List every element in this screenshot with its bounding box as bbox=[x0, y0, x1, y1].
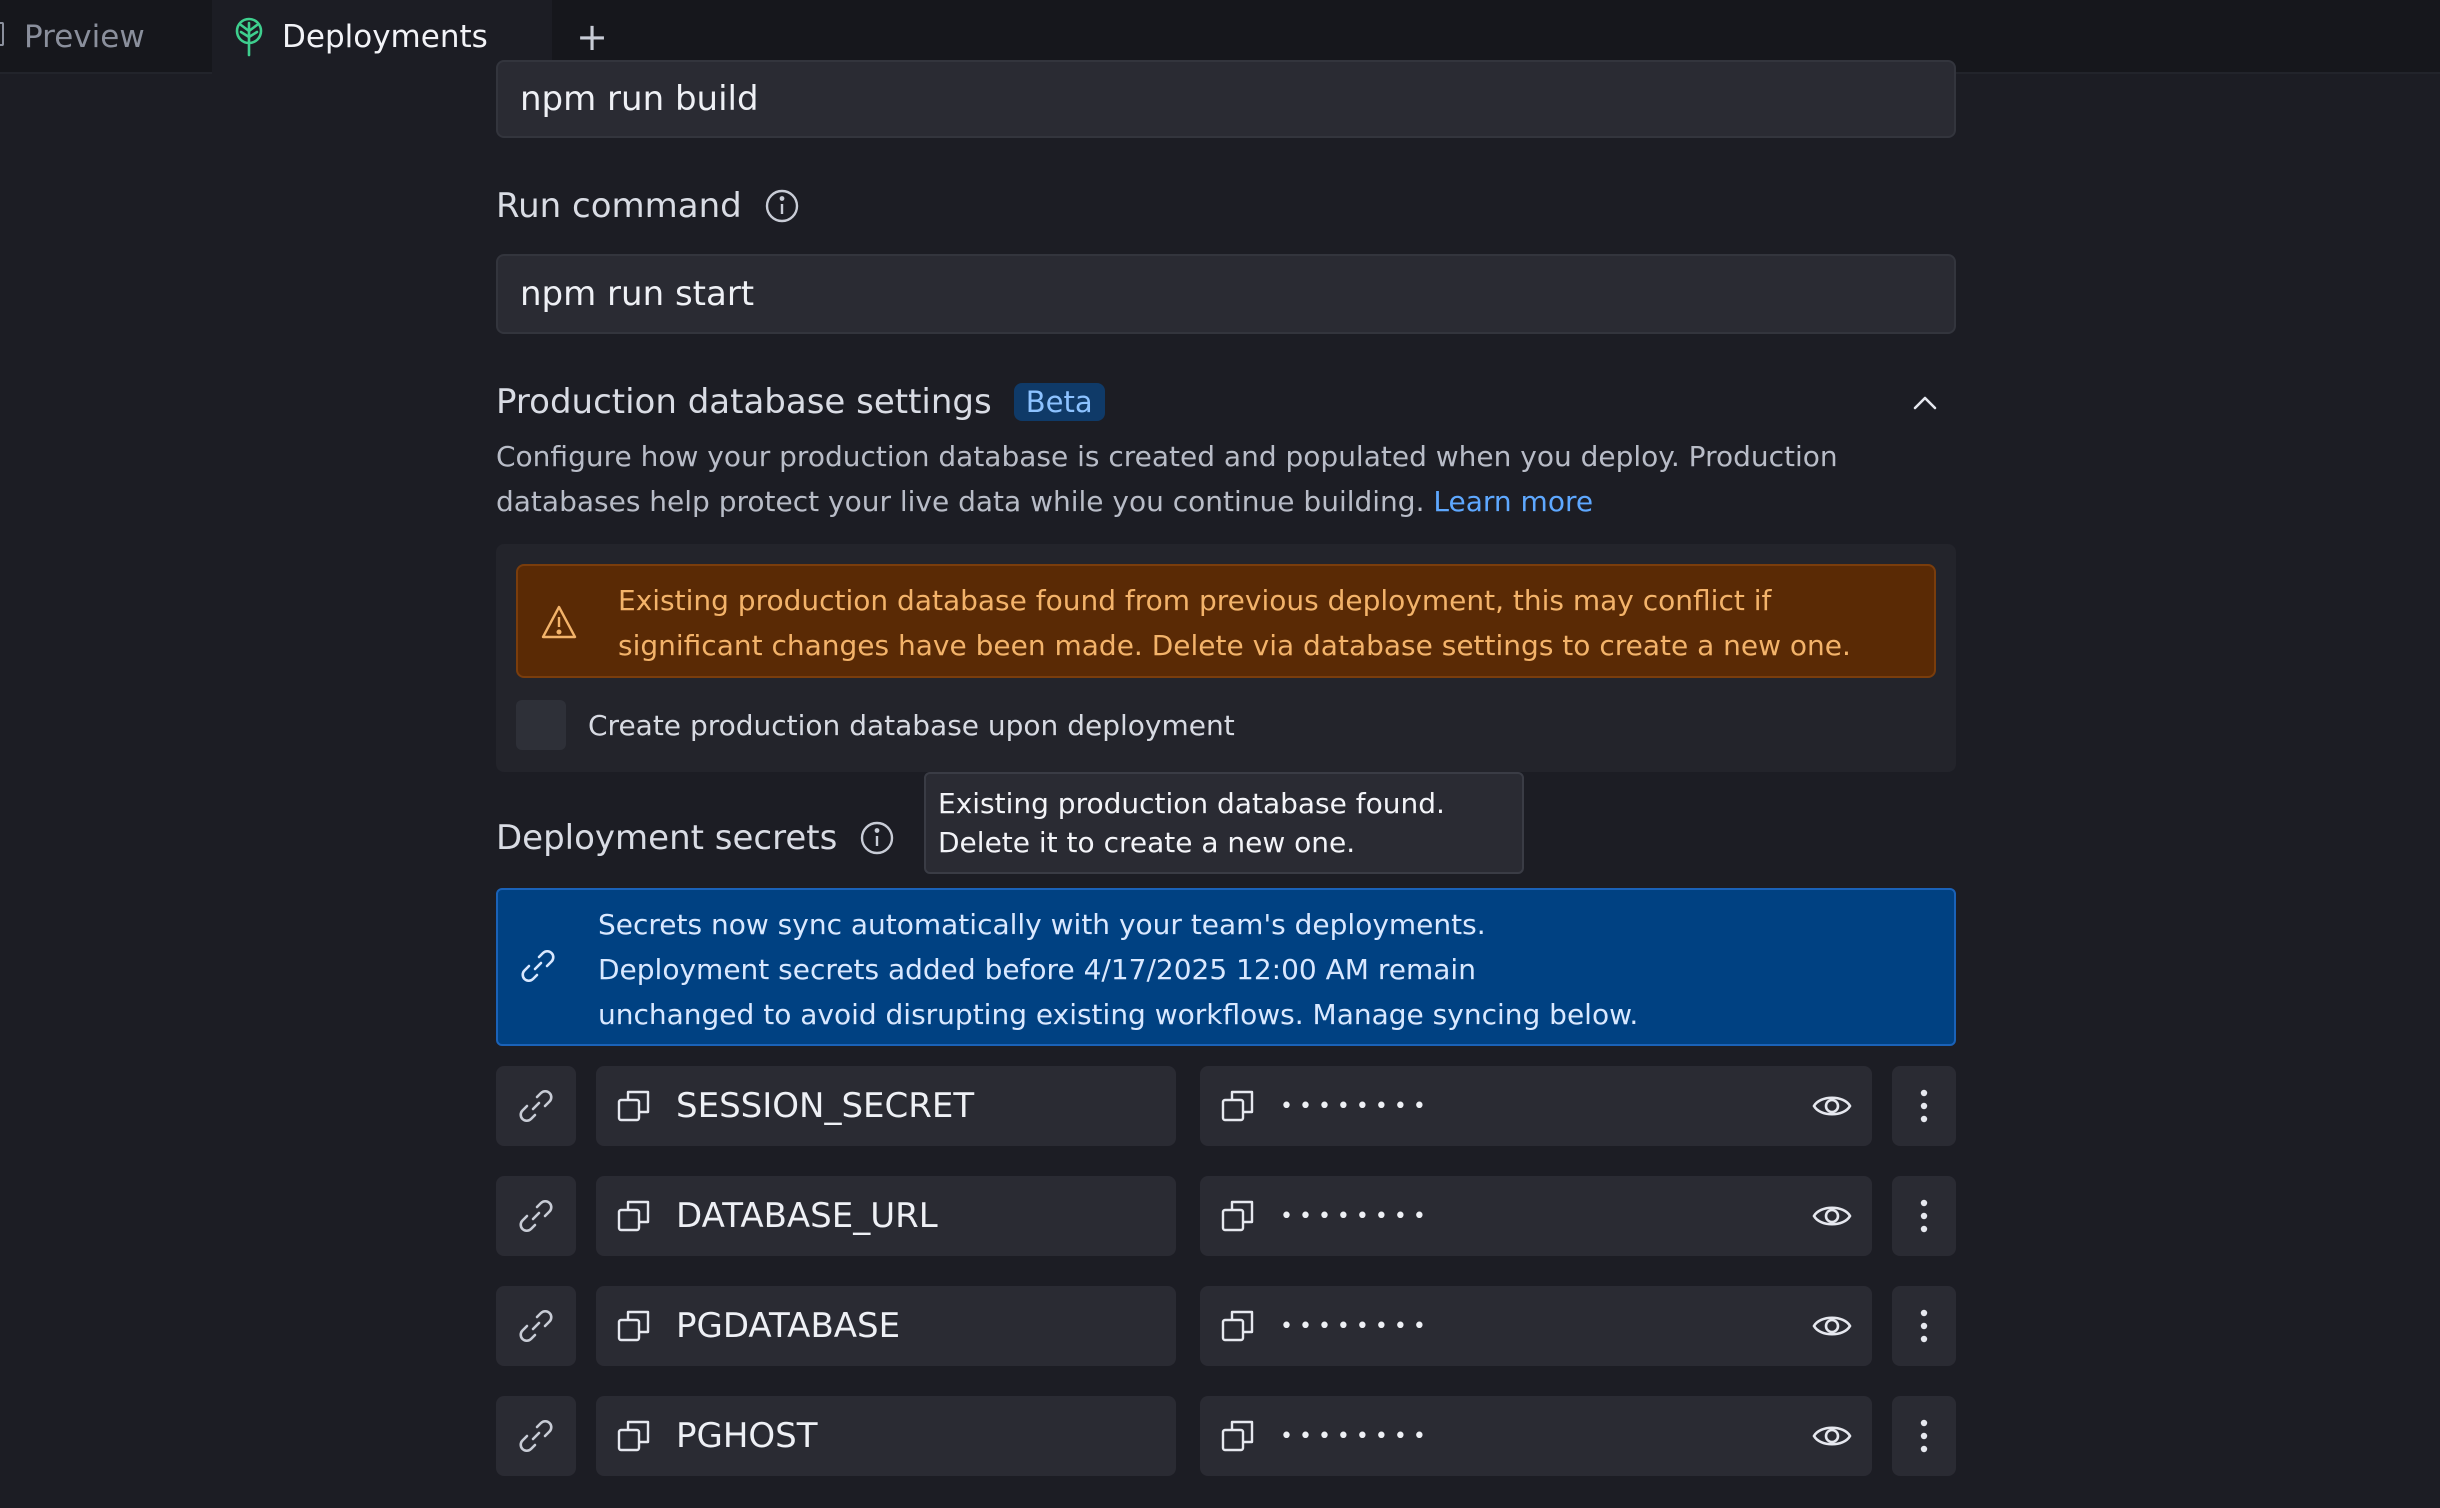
warning-triangle-icon bbox=[541, 605, 577, 639]
prod-db-header: Production database settings Beta bbox=[496, 382, 1105, 422]
copy-icon[interactable] bbox=[616, 1198, 652, 1234]
more-vertical-icon bbox=[1920, 1089, 1928, 1123]
prod-db-description: Configure how your production database i… bbox=[496, 440, 1838, 518]
more-vertical-icon bbox=[1920, 1419, 1928, 1453]
sync-toggle-button[interactable] bbox=[496, 1176, 576, 1256]
secret-value-masked: •••••••• bbox=[1280, 1423, 1432, 1449]
sync-toggle-button[interactable] bbox=[496, 1066, 576, 1146]
chevron-up-icon[interactable] bbox=[1910, 388, 1940, 418]
copy-icon[interactable] bbox=[1220, 1308, 1256, 1344]
sync-toggle-button[interactable] bbox=[496, 1286, 576, 1366]
secret-key-field[interactable]: DATABASE_URL bbox=[596, 1176, 1176, 1256]
secret-value-masked: •••••••• bbox=[1280, 1313, 1432, 1339]
secret-value-field[interactable]: •••••••• bbox=[1200, 1396, 1872, 1476]
prod-db-panel: Existing production database found from … bbox=[496, 544, 1956, 772]
run-command-input[interactable]: npm run start bbox=[496, 254, 1956, 334]
copy-icon[interactable] bbox=[1220, 1088, 1256, 1124]
tab-deployments-label: Deployments bbox=[282, 19, 488, 55]
secret-menu-button[interactable] bbox=[1892, 1286, 1956, 1366]
secret-value-field[interactable]: •••••••• bbox=[1200, 1066, 1872, 1146]
create-db-checkbox[interactable] bbox=[516, 700, 566, 750]
eye-icon[interactable] bbox=[1812, 1196, 1852, 1236]
build-command-input[interactable]: npm run build bbox=[496, 60, 1956, 138]
eye-icon[interactable] bbox=[1812, 1306, 1852, 1346]
secret-key-field[interactable]: PGHOST bbox=[596, 1396, 1176, 1476]
copy-icon[interactable] bbox=[1220, 1418, 1256, 1454]
prod-db-title: Production database settings bbox=[496, 382, 992, 422]
link-icon bbox=[521, 950, 555, 982]
secret-key-field[interactable]: PGDATABASE bbox=[596, 1286, 1176, 1366]
warning-text: Existing production database found from … bbox=[618, 584, 1851, 662]
secret-key-field[interactable]: SESSION_SECRET bbox=[596, 1066, 1176, 1146]
eye-icon[interactable] bbox=[1812, 1416, 1852, 1456]
secret-key: SESSION_SECRET bbox=[676, 1086, 975, 1126]
run-command-label-row: Run command bbox=[496, 186, 800, 226]
sync-toggle-button[interactable] bbox=[496, 1396, 576, 1476]
secret-menu-button[interactable] bbox=[1892, 1066, 1956, 1146]
copy-icon[interactable] bbox=[616, 1088, 652, 1124]
learn-more-link[interactable]: Learn more bbox=[1433, 485, 1593, 518]
link-icon bbox=[519, 1310, 553, 1342]
copy-icon[interactable] bbox=[616, 1308, 652, 1344]
secret-value-field[interactable]: •••••••• bbox=[1200, 1286, 1872, 1366]
tooltip-line-2: Delete it to create a new one. bbox=[938, 826, 1356, 859]
more-vertical-icon bbox=[1920, 1309, 1928, 1343]
secret-value-masked: •••••••• bbox=[1280, 1093, 1432, 1119]
create-db-checkbox-row[interactable]: Create production database upon deployme… bbox=[516, 700, 1235, 750]
preview-icon bbox=[0, 22, 4, 46]
link-icon bbox=[519, 1200, 553, 1232]
tab-preview[interactable]: Preview bbox=[0, 0, 212, 74]
create-db-checkbox-label: Create production database upon deployme… bbox=[588, 708, 1235, 742]
link-icon bbox=[519, 1090, 553, 1122]
secret-key: DATABASE_URL bbox=[676, 1196, 938, 1236]
eye-icon[interactable] bbox=[1812, 1086, 1852, 1126]
secret-value-masked: •••••••• bbox=[1280, 1203, 1432, 1229]
beta-badge: Beta bbox=[1013, 383, 1105, 421]
tooltip: Existing production database found. Dele… bbox=[924, 772, 1524, 874]
banner-text: Secrets now sync automatically with your… bbox=[598, 908, 1639, 1031]
secret-menu-button[interactable] bbox=[1892, 1176, 1956, 1256]
secret-row: SESSION_SECRET •••••••• bbox=[496, 1066, 1956, 1146]
secret-value-field[interactable]: •••••••• bbox=[1200, 1176, 1872, 1256]
secret-row: DATABASE_URL •••••••• bbox=[496, 1176, 1956, 1256]
secret-key: PGHOST bbox=[676, 1416, 818, 1456]
tooltip-line-1: Existing production database found. bbox=[938, 787, 1445, 820]
info-icon[interactable] bbox=[764, 188, 800, 224]
more-vertical-icon bbox=[1920, 1199, 1928, 1233]
secret-row: PGHOST •••••••• bbox=[496, 1396, 1956, 1476]
deployment-secrets-label: Deployment secrets bbox=[496, 818, 838, 858]
copy-icon[interactable] bbox=[1220, 1198, 1256, 1234]
warning-alert: Existing production database found from … bbox=[516, 564, 1936, 678]
run-command-label: Run command bbox=[496, 186, 742, 226]
secret-row: PGDATABASE •••••••• bbox=[496, 1286, 1956, 1366]
secret-menu-button[interactable] bbox=[1892, 1396, 1956, 1476]
copy-icon[interactable] bbox=[616, 1418, 652, 1454]
tab-preview-label: Preview bbox=[24, 19, 145, 55]
deploy-tree-icon bbox=[235, 17, 263, 57]
info-icon[interactable] bbox=[859, 820, 895, 856]
link-icon bbox=[519, 1420, 553, 1452]
secrets-sync-banner: Secrets now sync automatically with your… bbox=[496, 888, 1956, 1046]
deployment-secrets-header: Deployment secrets bbox=[496, 818, 895, 858]
secret-key: PGDATABASE bbox=[676, 1306, 901, 1346]
